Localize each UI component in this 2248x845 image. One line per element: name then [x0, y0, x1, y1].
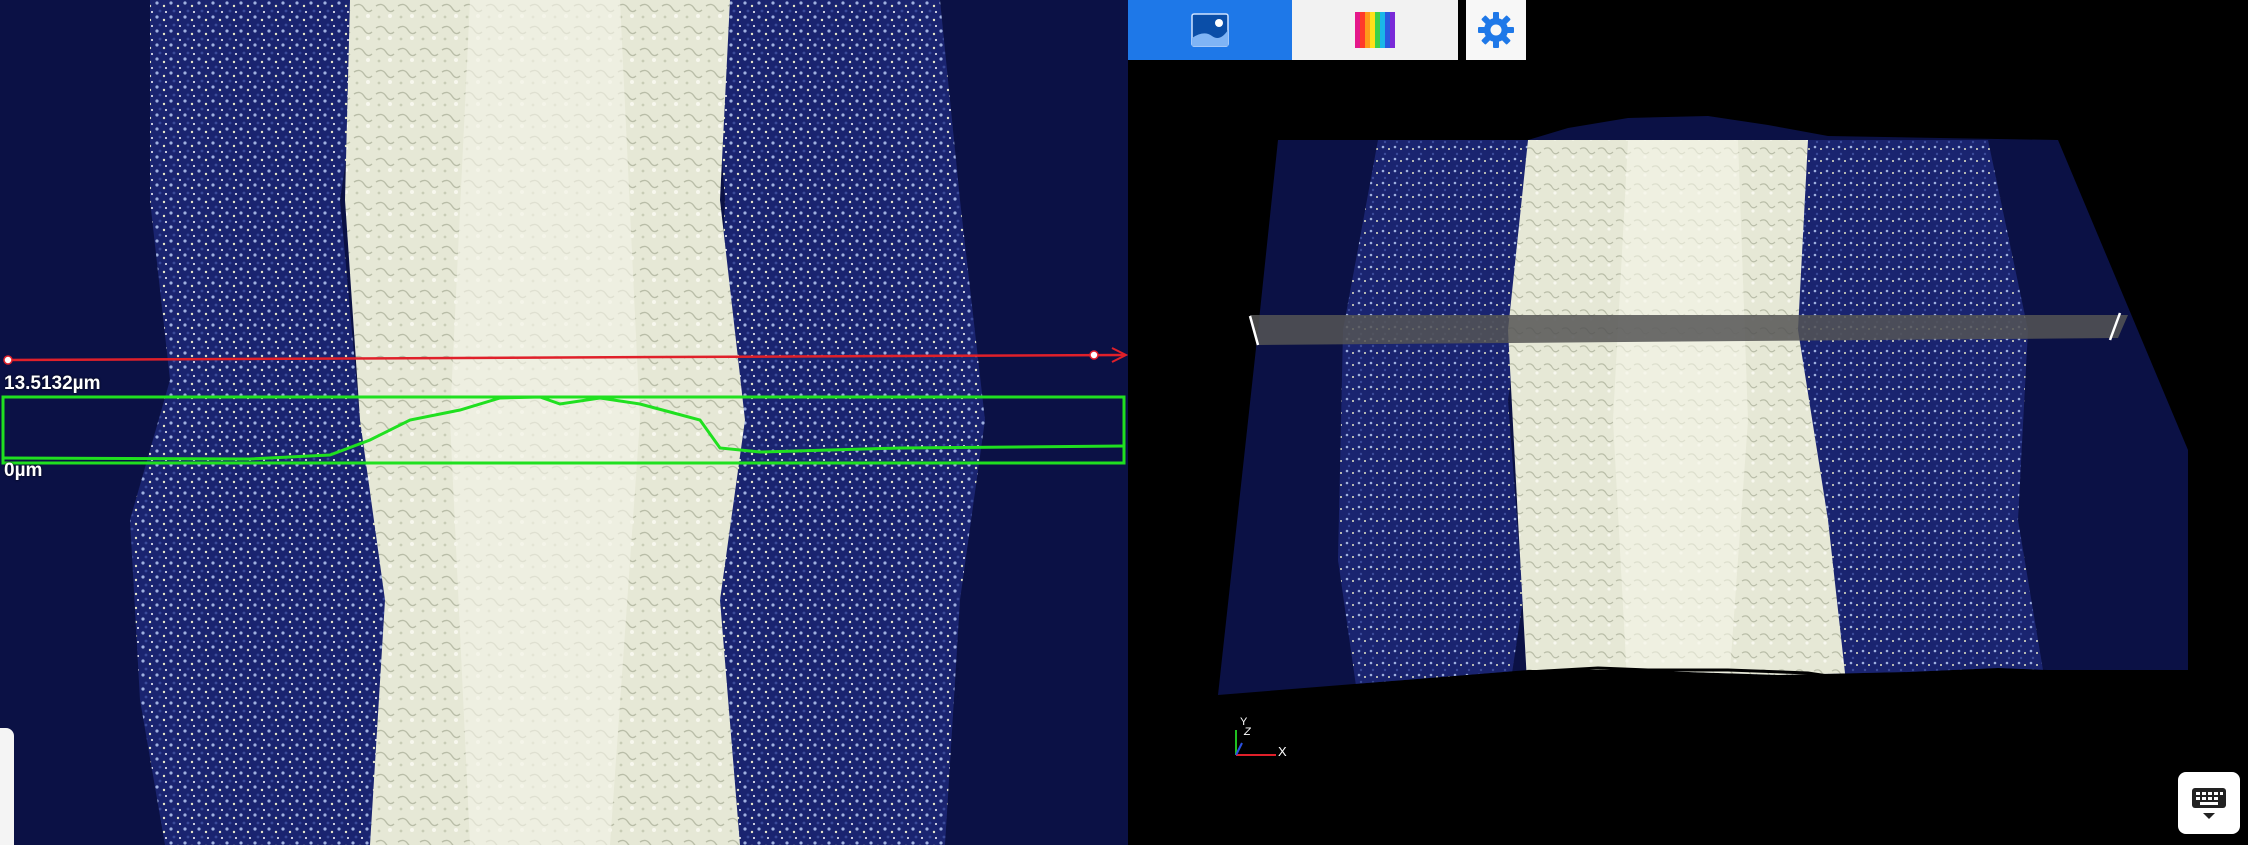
profile-min-label: 0µm: [4, 460, 43, 481]
view-toolbar: [1128, 0, 1526, 60]
colormap-button[interactable]: [1292, 0, 1458, 60]
surface-3d-pane[interactable]: X Y Z: [1128, 0, 2248, 845]
surface-3d-render: X Y Z: [1218, 116, 2188, 759]
microscope-image: [0, 0, 1128, 845]
rainbow-colormap-icon: [1355, 12, 1395, 48]
axis-triad: [1235, 730, 1276, 756]
gear-icon: [1478, 12, 1514, 48]
image-view-icon: [1191, 13, 1229, 47]
image-2d-pane[interactable]: 13.5132µm 0µm: [0, 0, 1130, 845]
scrollbar-handle[interactable]: [0, 728, 14, 845]
settings-button[interactable]: [1466, 0, 1526, 60]
image-view-button[interactable]: [1128, 0, 1292, 60]
app-root: 13.5132µm 0µm X Y Z: [0, 0, 2248, 845]
keyboard-icon: [2192, 788, 2226, 819]
axis-x-label: X: [1278, 744, 1287, 759]
keyboard-toggle-button[interactable]: [2178, 772, 2240, 834]
profile-max-label: 13.5132µm: [4, 373, 101, 394]
axis-z-label: Z: [1243, 726, 1252, 738]
